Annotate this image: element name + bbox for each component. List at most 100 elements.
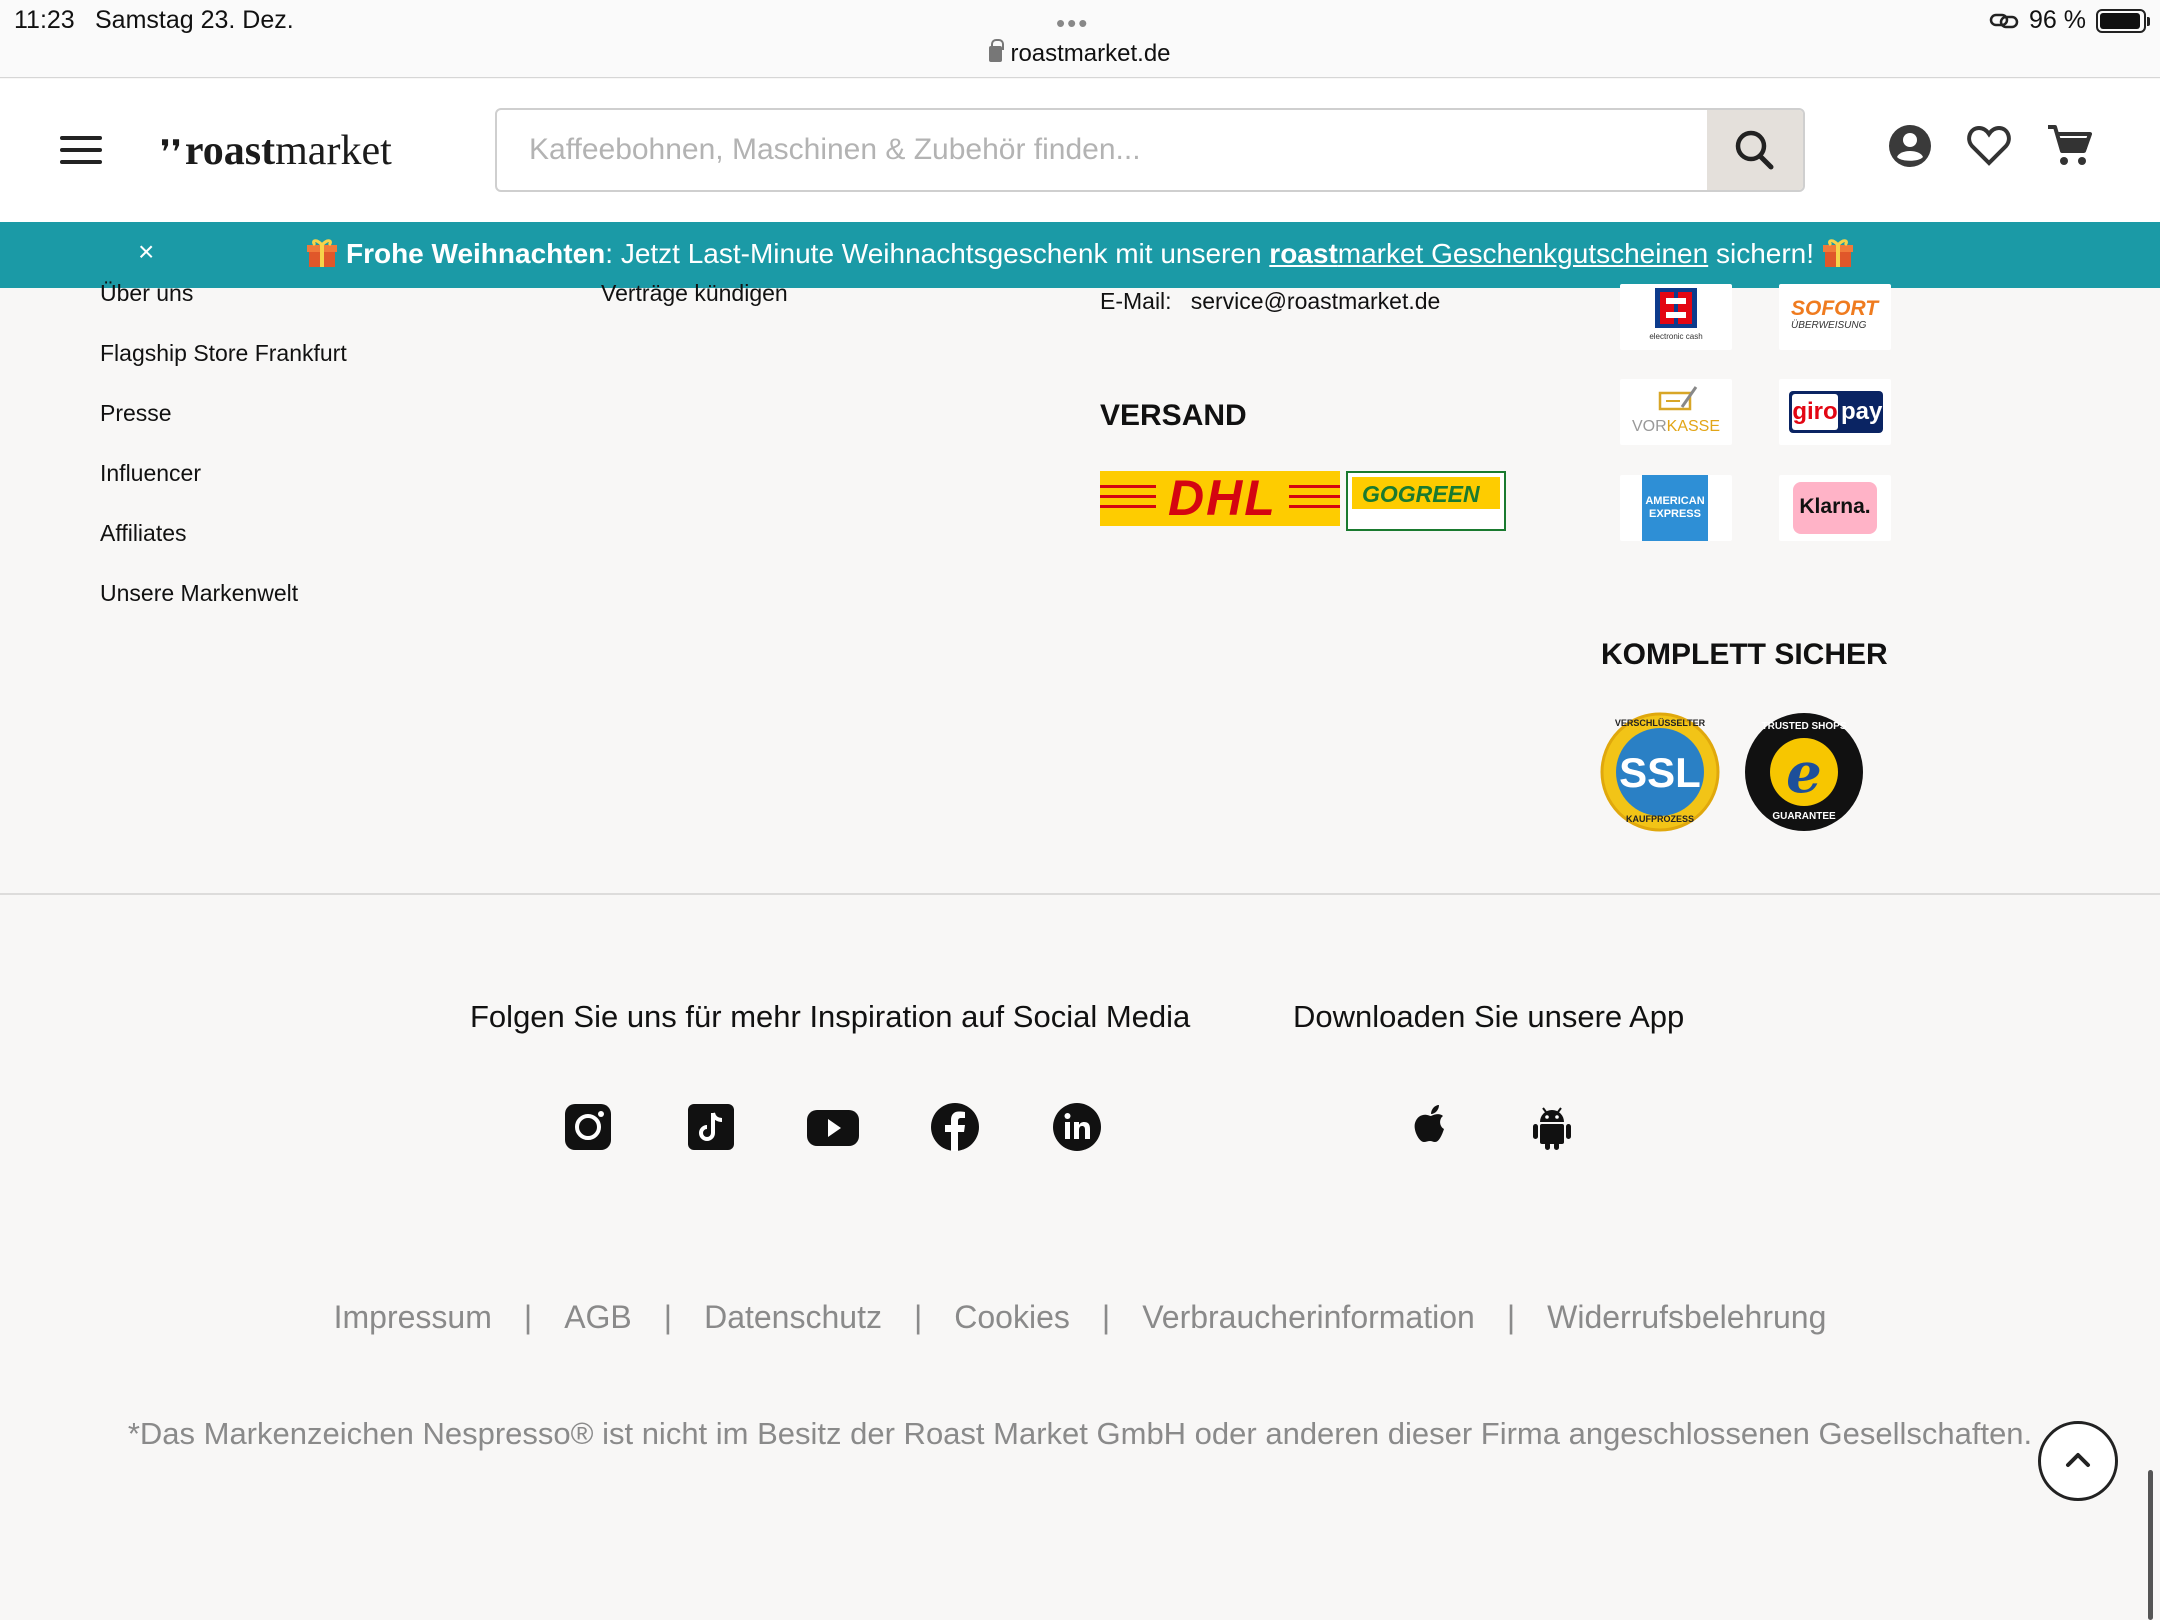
- promo-text-1: : Jetzt Last-Minute Weihnachtsgeschenk m…: [605, 238, 1270, 269]
- footer-divider: [0, 893, 2160, 895]
- legal-link-agb[interactable]: AGB: [564, 1299, 632, 1335]
- trusted-top-text: TRUSTED SHOPS: [1761, 721, 1847, 732]
- footer-link-markenwelt[interactable]: Unsere Markenwelt: [100, 580, 298, 607]
- amex-logo: AMERICAN EXPRESS: [1620, 475, 1732, 541]
- site-header: ❜❜roastmarket: [0, 79, 2160, 222]
- promo-bold: Frohe Weihnachten: [345, 238, 606, 269]
- app-title: Downloaden Sie unsere App: [1293, 999, 1685, 1034]
- ssl-bottom-text: KAUFPROZESS: [1625, 814, 1694, 824]
- search-button[interactable]: [1707, 110, 1803, 190]
- logo-bold: roast: [184, 128, 276, 174]
- trademark-disclaimer: *Das Markenzeichen Nespresso® ist nicht …: [127, 1416, 2033, 1451]
- trusted-bottom-text: GUARANTEE: [1772, 811, 1836, 822]
- legal-link-cookies[interactable]: Cookies: [954, 1299, 1070, 1335]
- facebook-icon[interactable]: [930, 1102, 980, 1152]
- shipping-heading: VERSAND: [1100, 399, 1247, 432]
- logo-regular: market: [275, 128, 392, 174]
- promo-text: Frohe Weihnachten: Jetzt Last-Minute Wei…: [0, 238, 2160, 270]
- battery-icon: [2096, 8, 2150, 33]
- email-link[interactable]: service@roastmarket.de: [1191, 288, 1441, 314]
- contact-email: E-Mail: service@roastmarket.de: [1100, 288, 1440, 315]
- gogreen-text: GOGREEN: [1362, 481, 1480, 507]
- legal-link-impressum[interactable]: Impressum: [334, 1299, 492, 1335]
- legal-links: Impressum | AGB | Datenschutz | Cookies | Verbra…: [0, 1299, 2160, 1336]
- linkedin-icon[interactable]: [1052, 1102, 1102, 1152]
- ec-cash-logo: electronic cash: [1620, 284, 1732, 350]
- footer-link-influencer[interactable]: Influencer: [100, 460, 201, 487]
- giropay-pay-text: pay: [1841, 398, 1883, 425]
- footer-link-vertraege-kuendigen[interactable]: Verträge kündigen: [601, 280, 788, 307]
- vorkasse-text: VORKASSE: [1620, 418, 1732, 436]
- link-icon: [1989, 13, 2019, 28]
- giropay-giro-text: giro: [1792, 394, 1838, 430]
- youtube-icon[interactable]: [806, 1102, 860, 1152]
- social-title: Folgen Sie uns für mehr Inspiration auf …: [470, 999, 1191, 1034]
- address-bar[interactable]: roastmarket.de: [0, 39, 2160, 68]
- legal-link-verbraucherinformation[interactable]: Verbraucherinformation: [1142, 1299, 1475, 1335]
- back-to-top-button[interactable]: [2038, 1421, 2118, 1501]
- gift-card-link[interactable]: roastmarket Geschenkgutscheinen: [1269, 238, 1708, 269]
- gogreen-logo: GOGREEN: [1346, 471, 1506, 531]
- legal-separator: |: [1506, 1299, 1516, 1335]
- gift-icon: [1822, 239, 1853, 267]
- promo-text-2: sichern!: [1708, 238, 1815, 269]
- legal-separator: |: [663, 1299, 673, 1335]
- security-heading: KOMPLETT SICHER: [1601, 638, 1888, 671]
- status-time: 11:23: [14, 6, 75, 34]
- gift-card-link-bold: roast: [1269, 238, 1338, 269]
- address-url: roastmarket.de: [1010, 40, 1171, 67]
- promo-banner: × Frohe Weihnachten: Jetzt Last-Minute W…: [0, 222, 2160, 288]
- footer-link-affiliates[interactable]: Affiliates: [100, 520, 187, 547]
- giropay-logo: giro pay: [1779, 379, 1891, 445]
- ssl-badge: SSL VERSCHLÜSSELTER KAUFPROZESS: [1600, 712, 1720, 832]
- legal-link-widerrufsbelehrung[interactable]: Widerrufsbelehrung: [1547, 1299, 1826, 1335]
- multitasking-dots[interactable]: •••: [1056, 8, 1089, 39]
- sofort-text: SOFORT: [1791, 297, 1879, 320]
- chevron-up-icon: [2066, 1453, 2090, 1467]
- search-input[interactable]: [497, 110, 1647, 190]
- svg-text:e: e: [1786, 740, 1822, 806]
- amex-text-a: AMERICAN: [1645, 495, 1705, 507]
- dhl-text: DHL: [1156, 471, 1289, 526]
- battery-fill: [2100, 12, 2141, 29]
- wishlist-icon[interactable]: [1966, 124, 2012, 168]
- menu-icon[interactable]: [60, 136, 102, 164]
- vorkasse-text-a: VOR: [1631, 418, 1667, 435]
- ssl-top-text: VERSCHLÜSSELTER: [1614, 718, 1706, 728]
- footer-link-flagship-store[interactable]: Flagship Store Frankfurt: [100, 340, 347, 367]
- email-label: E-Mail:: [1100, 288, 1172, 314]
- logo-mark-icon: ❜❜: [160, 135, 182, 172]
- lock-icon: [989, 39, 1005, 62]
- instagram-icon[interactable]: [563, 1102, 613, 1152]
- page-scrollbar[interactable]: [2148, 1470, 2153, 1620]
- search-icon: [1735, 130, 1774, 170]
- dhl-logo: DHL: [1100, 471, 1340, 526]
- site-logo[interactable]: ❜❜roastmarket: [160, 127, 392, 175]
- account-icon[interactable]: [1888, 124, 1932, 168]
- legal-link-datenschutz[interactable]: Datenschutz: [704, 1299, 882, 1335]
- sofort-sub-text: ÜBERWEISUNG: [1791, 320, 1867, 331]
- legal-separator: |: [1101, 1299, 1111, 1335]
- browser-status-bar: 11:23 Samstag 23. Dez. ••• roastmarket.d…: [0, 0, 2160, 78]
- status-right: 96 %: [1989, 6, 2150, 35]
- ec-text: electronic cash: [1649, 332, 1703, 341]
- apple-icon[interactable]: [1406, 1102, 1456, 1152]
- trusted-shops-badge: e TRUSTED SHOPS GUARANTEE: [1744, 712, 1864, 832]
- klarna-text: Klarna.: [1799, 495, 1871, 518]
- cart-icon[interactable]: [2046, 124, 2092, 168]
- vorkasse-logo: VORKASSE: [1620, 379, 1732, 445]
- gift-icon: [307, 239, 338, 267]
- legal-separator: |: [913, 1299, 923, 1335]
- klarna-logo: Klarna.: [1779, 475, 1891, 541]
- footer-link-ueber-uns[interactable]: Über uns: [100, 280, 193, 307]
- android-icon[interactable]: [1527, 1102, 1577, 1152]
- gift-card-link-rest: market Geschenkgutscheinen: [1337, 238, 1709, 269]
- battery-percent: 96 %: [2029, 6, 2086, 34]
- footer-link-presse[interactable]: Presse: [100, 400, 172, 427]
- vorkasse-text-b: KASSE: [1666, 418, 1721, 435]
- search-bar: [495, 108, 1805, 192]
- tiktok-icon[interactable]: [686, 1102, 736, 1152]
- status-date: Samstag 23. Dez.: [95, 6, 294, 34]
- sofort-logo: SOFORT ÜBERWEISUNG: [1779, 284, 1891, 350]
- ssl-text: SSL: [1619, 749, 1701, 796]
